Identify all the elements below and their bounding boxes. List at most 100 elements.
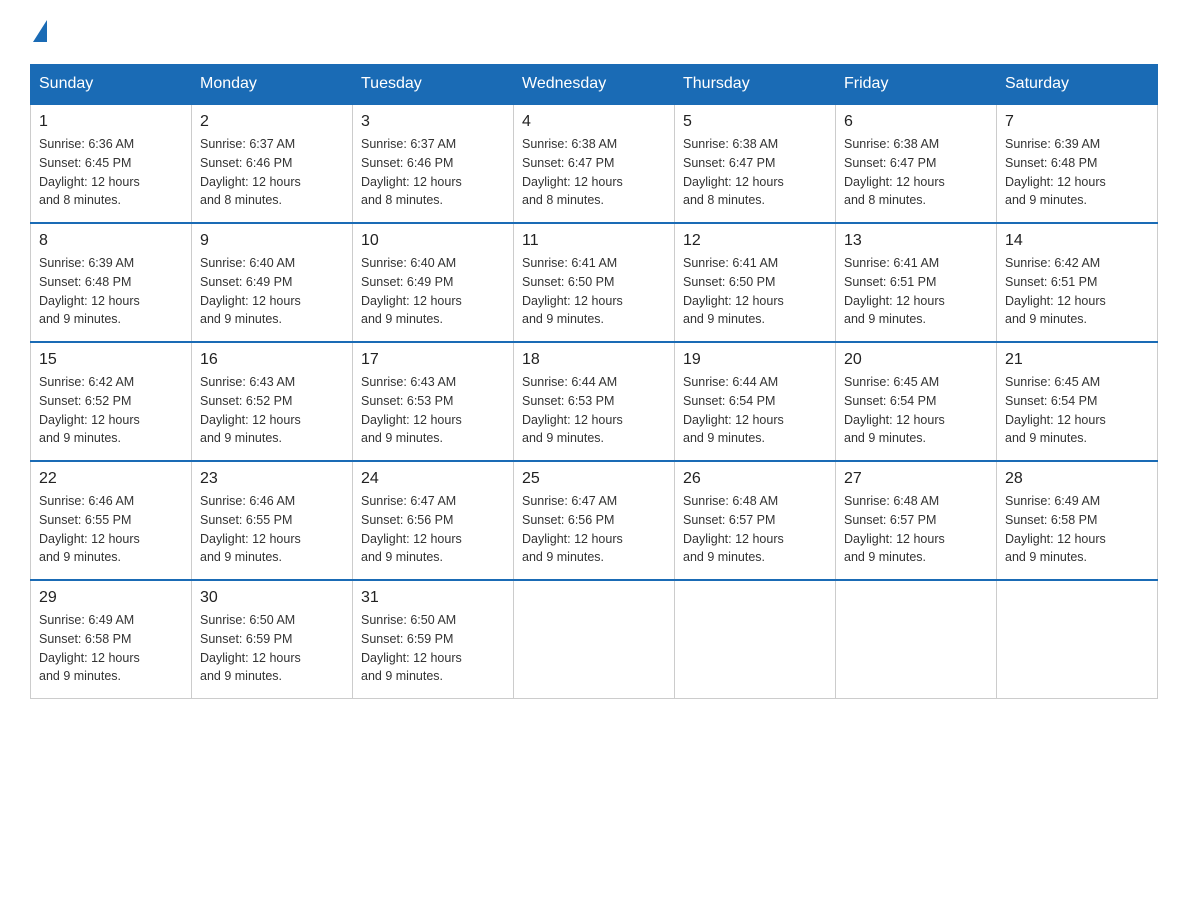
calendar-cell: 10 Sunrise: 6:40 AMSunset: 6:49 PMDayligh… <box>353 223 514 342</box>
day-info: Sunrise: 6:41 AMSunset: 6:51 PMDaylight:… <box>844 254 988 329</box>
logo <box>30 20 47 44</box>
calendar-cell <box>836 580 997 699</box>
day-number: 15 <box>39 351 183 369</box>
day-info: Sunrise: 6:47 AMSunset: 6:56 PMDaylight:… <box>361 492 505 567</box>
calendar-cell <box>675 580 836 699</box>
day-number: 2 <box>200 113 344 131</box>
day-number: 4 <box>522 113 666 131</box>
day-number: 31 <box>361 589 505 607</box>
day-number: 17 <box>361 351 505 369</box>
calendar-cell: 2Sunrise: 6:37 AMSunset: 6:46 PMDaylight… <box>192 104 353 223</box>
logo-triangle-icon <box>33 20 47 42</box>
day-number: 20 <box>844 351 988 369</box>
day-info: Sunrise: 6:46 AMSunset: 6:55 PMDaylight:… <box>200 492 344 567</box>
day-number: 22 <box>39 470 183 488</box>
day-number: 11 <box>522 232 666 250</box>
day-info: Sunrise: 6:45 AMSunset: 6:54 PMDaylight:… <box>844 373 988 448</box>
calendar-cell: 3Sunrise: 6:37 AMSunset: 6:46 PMDaylight… <box>353 104 514 223</box>
day-info: Sunrise: 6:49 AMSunset: 6:58 PMDaylight:… <box>1005 492 1149 567</box>
day-info: Sunrise: 6:37 AMSunset: 6:46 PMDaylight:… <box>361 135 505 210</box>
calendar-cell: 9 Sunrise: 6:40 AMSunset: 6:49 PMDaylight… <box>192 223 353 342</box>
day-number: 23 <box>200 470 344 488</box>
day-number: 16 <box>200 351 344 369</box>
calendar-cell: 16 Sunrise: 6:43 AMSunset: 6:52 PMDayligh… <box>192 342 353 461</box>
calendar-week-row: 29 Sunrise: 6:49 AMSunset: 6:58 PMDayligh… <box>31 580 1158 699</box>
day-info: Sunrise: 6:38 AMSunset: 6:47 PMDaylight:… <box>522 135 666 210</box>
calendar-cell <box>514 580 675 699</box>
calendar-cell: 8 Sunrise: 6:39 AMSunset: 6:48 PMDaylight… <box>31 223 192 342</box>
calendar-cell: 13 Sunrise: 6:41 AMSunset: 6:51 PMDayligh… <box>836 223 997 342</box>
calendar-week-row: 15 Sunrise: 6:42 AMSunset: 6:52 PMDayligh… <box>31 342 1158 461</box>
day-info: Sunrise: 6:49 AMSunset: 6:58 PMDaylight:… <box>39 611 183 686</box>
calendar-cell: 14Sunrise: 6:42 AMSunset: 6:51 PMDayligh… <box>997 223 1158 342</box>
calendar-cell: 29 Sunrise: 6:49 AMSunset: 6:58 PMDayligh… <box>31 580 192 699</box>
weekday-header-tuesday: Tuesday <box>353 65 514 105</box>
day-number: 19 <box>683 351 827 369</box>
day-info: Sunrise: 6:50 AMSunset: 6:59 PMDaylight:… <box>361 611 505 686</box>
calendar-cell: 24 Sunrise: 6:47 AMSunset: 6:56 PMDayligh… <box>353 461 514 580</box>
day-number: 8 <box>39 232 183 250</box>
calendar-cell: 31 Sunrise: 6:50 AMSunset: 6:59 PMDayligh… <box>353 580 514 699</box>
day-number: 28 <box>1005 470 1149 488</box>
day-info: Sunrise: 6:43 AMSunset: 6:52 PMDaylight:… <box>200 373 344 448</box>
calendar-cell: 5 Sunrise: 6:38 AMSunset: 6:47 PMDaylight… <box>675 104 836 223</box>
calendar-cell: 30 Sunrise: 6:50 AMSunset: 6:59 PMDayligh… <box>192 580 353 699</box>
day-info: Sunrise: 6:47 AMSunset: 6:56 PMDaylight:… <box>522 492 666 567</box>
day-number: 5 <box>683 113 827 131</box>
day-number: 10 <box>361 232 505 250</box>
calendar-week-row: 1 Sunrise: 6:36 AMSunset: 6:45 PMDaylight… <box>31 104 1158 223</box>
day-number: 27 <box>844 470 988 488</box>
day-number: 6 <box>844 113 988 131</box>
day-number: 25 <box>522 470 666 488</box>
day-info: Sunrise: 6:50 AMSunset: 6:59 PMDaylight:… <box>200 611 344 686</box>
day-number: 12 <box>683 232 827 250</box>
day-number: 18 <box>522 351 666 369</box>
weekday-header-friday: Friday <box>836 65 997 105</box>
calendar-cell: 4 Sunrise: 6:38 AMSunset: 6:47 PMDaylight… <box>514 104 675 223</box>
calendar-cell <box>997 580 1158 699</box>
day-number: 26 <box>683 470 827 488</box>
calendar-body: 1 Sunrise: 6:36 AMSunset: 6:45 PMDaylight… <box>31 104 1158 699</box>
weekday-header-thursday: Thursday <box>675 65 836 105</box>
day-info: Sunrise: 6:43 AMSunset: 6:53 PMDaylight:… <box>361 373 505 448</box>
calendar-cell: 17 Sunrise: 6:43 AMSunset: 6:53 PMDayligh… <box>353 342 514 461</box>
calendar-cell: 22Sunrise: 6:46 AMSunset: 6:55 PMDayligh… <box>31 461 192 580</box>
weekday-header-saturday: Saturday <box>997 65 1158 105</box>
day-number: 30 <box>200 589 344 607</box>
calendar-cell: 12 Sunrise: 6:41 AMSunset: 6:50 PMDayligh… <box>675 223 836 342</box>
day-number: 1 <box>39 113 183 131</box>
calendar-cell: 18 Sunrise: 6:44 AMSunset: 6:53 PMDayligh… <box>514 342 675 461</box>
day-info: Sunrise: 6:42 AMSunset: 6:52 PMDaylight:… <box>39 373 183 448</box>
day-info: Sunrise: 6:41 AMSunset: 6:50 PMDaylight:… <box>683 254 827 329</box>
weekday-header-row: SundayMondayTuesdayWednesdayThursdayFrid… <box>31 65 1158 105</box>
day-number: 9 <box>200 232 344 250</box>
calendar-week-row: 8 Sunrise: 6:39 AMSunset: 6:48 PMDaylight… <box>31 223 1158 342</box>
day-info: Sunrise: 6:48 AMSunset: 6:57 PMDaylight:… <box>683 492 827 567</box>
calendar-cell: 23 Sunrise: 6:46 AMSunset: 6:55 PMDayligh… <box>192 461 353 580</box>
calendar-cell: 19Sunrise: 6:44 AMSunset: 6:54 PMDayligh… <box>675 342 836 461</box>
day-info: Sunrise: 6:39 AMSunset: 6:48 PMDaylight:… <box>39 254 183 329</box>
calendar-cell: 26 Sunrise: 6:48 AMSunset: 6:57 PMDayligh… <box>675 461 836 580</box>
calendar-cell: 21Sunrise: 6:45 AMSunset: 6:54 PMDayligh… <box>997 342 1158 461</box>
day-info: Sunrise: 6:40 AMSunset: 6:49 PMDaylight:… <box>361 254 505 329</box>
day-info: Sunrise: 6:39 AMSunset: 6:48 PMDaylight:… <box>1005 135 1149 210</box>
day-number: 13 <box>844 232 988 250</box>
day-info: Sunrise: 6:36 AMSunset: 6:45 PMDaylight:… <box>39 135 183 210</box>
weekday-header-wednesday: Wednesday <box>514 65 675 105</box>
calendar-cell: 28 Sunrise: 6:49 AMSunset: 6:58 PMDayligh… <box>997 461 1158 580</box>
day-number: 24 <box>361 470 505 488</box>
calendar-cell: 20 Sunrise: 6:45 AMSunset: 6:54 PMDayligh… <box>836 342 997 461</box>
calendar-cell: 1 Sunrise: 6:36 AMSunset: 6:45 PMDaylight… <box>31 104 192 223</box>
day-number: 29 <box>39 589 183 607</box>
day-info: Sunrise: 6:41 AMSunset: 6:50 PMDaylight:… <box>522 254 666 329</box>
calendar-cell: 11 Sunrise: 6:41 AMSunset: 6:50 PMDayligh… <box>514 223 675 342</box>
day-info: Sunrise: 6:38 AMSunset: 6:47 PMDaylight:… <box>844 135 988 210</box>
calendar-cell: 27 Sunrise: 6:48 AMSunset: 6:57 PMDayligh… <box>836 461 997 580</box>
weekday-header-monday: Monday <box>192 65 353 105</box>
day-info: Sunrise: 6:40 AMSunset: 6:49 PMDaylight:… <box>200 254 344 329</box>
day-info: Sunrise: 6:44 AMSunset: 6:53 PMDaylight:… <box>522 373 666 448</box>
day-info: Sunrise: 6:38 AMSunset: 6:47 PMDaylight:… <box>683 135 827 210</box>
calendar-table: SundayMondayTuesdayWednesdayThursdayFrid… <box>30 64 1158 699</box>
calendar-cell: 15 Sunrise: 6:42 AMSunset: 6:52 PMDayligh… <box>31 342 192 461</box>
day-info: Sunrise: 6:48 AMSunset: 6:57 PMDaylight:… <box>844 492 988 567</box>
